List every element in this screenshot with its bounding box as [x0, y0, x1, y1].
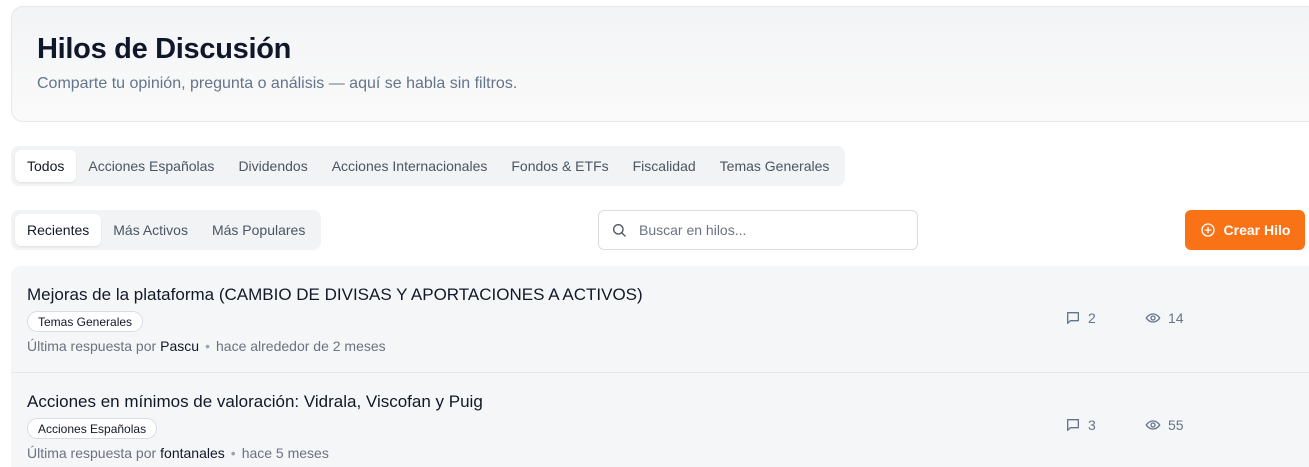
thread-row[interactable]: Acciones en mínimos de valoración: Vidra… — [11, 372, 1309, 467]
thread-row[interactable]: Mejoras de la plataforma (CAMBIO DE DIVI… — [11, 266, 1309, 372]
create-thread-label: Crear Hilo — [1223, 222, 1291, 238]
tab-fiscalidad[interactable]: Fiscalidad — [621, 150, 708, 182]
create-thread-button[interactable]: Crear Hilo — [1185, 210, 1305, 250]
tab-temas-generales[interactable]: Temas Generales — [708, 150, 842, 182]
page-title: Hilos de Discusión — [37, 33, 292, 65]
comment-icon — [1067, 419, 1079, 431]
view-count: 14 — [1145, 310, 1184, 326]
view-count: 55 — [1145, 417, 1184, 433]
category-tabs: Todos Acciones Españolas Dividendos Acci… — [11, 146, 846, 186]
tab-todos[interactable]: Todos — [15, 150, 77, 182]
reply-count-value: 3 — [1088, 417, 1096, 433]
thread-meta: Última respuesta por Pascu • hace alrede… — [27, 338, 386, 354]
tab-mas-activos[interactable]: Más Activos — [101, 214, 200, 246]
sort-tabs: Recientes Más Activos Más Populares — [11, 210, 322, 250]
thread-list: Mejoras de la plataforma (CAMBIO DE DIVI… — [11, 266, 1309, 467]
tab-acciones-espanolas[interactable]: Acciones Españolas — [76, 150, 226, 182]
thread-tag[interactable]: Temas Generales — [27, 311, 144, 332]
tab-acciones-internacionales[interactable]: Acciones Internacionales — [320, 150, 500, 182]
search-icon — [613, 224, 626, 237]
search-box — [598, 210, 918, 250]
thread-author[interactable]: fontanales — [160, 445, 225, 461]
thread-tag[interactable]: Acciones Españolas — [27, 418, 158, 439]
thread-meta: Última respuesta por fontanales • hace 5… — [27, 445, 329, 461]
tab-dividendos[interactable]: Dividendos — [226, 150, 319, 182]
page-subtitle: Comparte tu opinión, pregunta o análisis… — [37, 75, 518, 92]
tab-mas-populares[interactable]: Más Populares — [200, 214, 317, 246]
eye-icon — [1145, 313, 1161, 323]
thread-time: hace 5 meses — [241, 445, 329, 461]
reply-count-value: 2 — [1088, 310, 1096, 326]
search-input[interactable] — [639, 222, 889, 238]
plus-circle-icon — [1200, 223, 1215, 237]
thread-title[interactable]: Mejoras de la plataforma (CAMBIO DE DIVI… — [27, 285, 643, 305]
eye-icon — [1145, 420, 1161, 430]
view-count-value: 14 — [1168, 310, 1184, 326]
reply-count: 3 — [1065, 417, 1096, 433]
tab-recientes[interactable]: Recientes — [15, 214, 102, 246]
comment-icon — [1067, 312, 1079, 324]
tab-fondos-etfs[interactable]: Fondos & ETFs — [499, 150, 620, 182]
thread-time: hace alrededor de 2 meses — [216, 338, 386, 354]
thread-title[interactable]: Acciones en mínimos de valoración: Vidra… — [27, 392, 483, 412]
reply-count: 2 — [1065, 310, 1096, 326]
last-reply-prefix: Última respuesta por — [27, 338, 157, 354]
separator-dot: • — [205, 338, 210, 354]
thread-author[interactable]: Pascu — [160, 338, 199, 354]
page-header: Hilos de Discusión Comparte tu opinión, … — [11, 6, 1309, 122]
last-reply-prefix: Última respuesta por — [27, 445, 157, 461]
separator-dot: • — [230, 445, 236, 461]
view-count-value: 55 — [1168, 417, 1184, 433]
